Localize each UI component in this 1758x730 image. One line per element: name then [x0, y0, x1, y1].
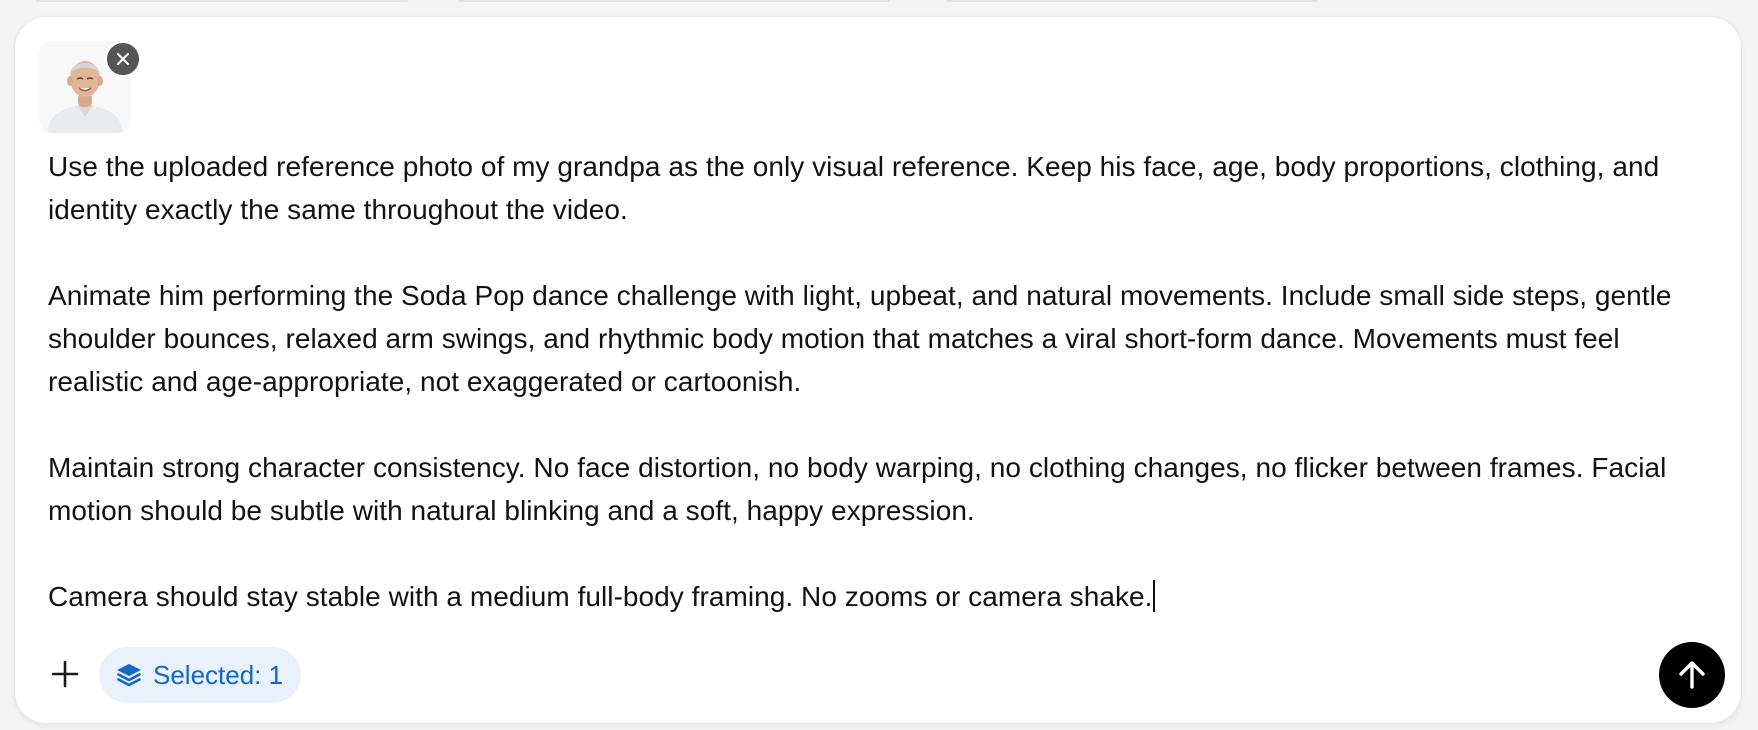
card-edge: [458, 0, 890, 2]
send-button[interactable]: [1659, 642, 1725, 708]
add-attachment-button[interactable]: [45, 654, 85, 694]
layers-icon: [117, 664, 141, 687]
plus-icon: [51, 660, 79, 688]
background-cards-edge: [0, 0, 1758, 4]
prompt-textarea[interactable]: Use the uploaded reference photo of my g…: [48, 145, 1718, 618]
selected-count-label: Selected: 1: [153, 659, 284, 690]
selected-count-chip[interactable]: Selected: 1: [99, 647, 302, 703]
close-icon: [117, 53, 129, 65]
arrow-up-icon: [1679, 661, 1705, 689]
card-edge: [36, 0, 408, 2]
prompt-composer: Use the uploaded reference photo of my g…: [14, 16, 1742, 724]
text-caret: [1153, 580, 1156, 612]
remove-attachment-button[interactable]: [105, 41, 141, 77]
attachment-thumbnail[interactable]: [39, 41, 141, 133]
card-edge: [946, 0, 1318, 2]
prompt-content: Use the uploaded reference photo of my g…: [48, 151, 1672, 612]
